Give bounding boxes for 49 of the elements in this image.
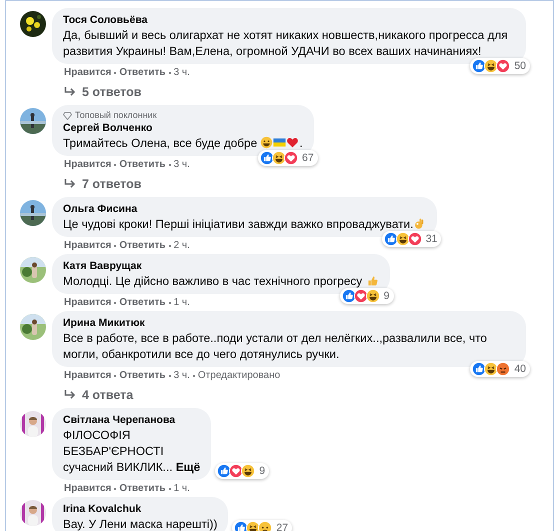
- edited-label: Отредактировано: [198, 369, 280, 382]
- reply-arrow-icon: [64, 87, 76, 97]
- comment-text: Вау. У Лени маска нарешті)): [63, 516, 218, 531]
- reaction-count[interactable]: 31: [382, 231, 442, 247]
- view-replies-link[interactable]: 7 ответов: [64, 176, 553, 192]
- comment-action-link[interactable]: Нравится: [64, 239, 112, 252]
- comment-text: Молодці. Це дійсно важливо в час технічного прогресу: [63, 273, 378, 289]
- comment-text: Тримайтесь Олена, все буде добре .: [63, 135, 303, 151]
- comment-action-link[interactable]: Ответить: [119, 482, 166, 495]
- author-name[interactable]: Світлана Черепанова: [63, 413, 200, 427]
- comment-text: Да, бывший и весь олигархат не хотят никаких новшеств,никакого прогресса для развития Украины! Вам,Елена, огромной УДАЧИ во всех ваших начинаниях!: [63, 27, 509, 59]
- reaction-count[interactable]: 50: [470, 58, 530, 74]
- comment-time[interactable]: 3 ч.: [174, 158, 190, 171]
- comment-time[interactable]: 2 ч.: [174, 239, 190, 252]
- comment-action-link[interactable]: Нравится: [64, 296, 112, 309]
- comment-action-link[interactable]: Ответить: [119, 369, 166, 382]
- author-name[interactable]: Ольга Фисина: [63, 202, 426, 216]
- comment-text: ФІЛОСОФІЯ БЕЗБАР'ЄРНОСТІ сучасний ВИКЛИК... Ещё: [63, 427, 200, 475]
- reaction-count[interactable]: 27: [232, 520, 292, 531]
- author-name[interactable]: Катя Ваврущак: [63, 259, 378, 273]
- comment-action-link[interactable]: Ответить: [119, 239, 166, 252]
- see-more-link[interactable]: Ещё: [176, 460, 200, 474]
- author-name[interactable]: Ирина Микитюк: [63, 316, 515, 330]
- comment-action-link[interactable]: Нравится: [64, 158, 112, 171]
- reaction-count[interactable]: 67: [258, 150, 318, 166]
- comment-action-link[interactable]: Нравится: [64, 369, 112, 382]
- reply-arrow-icon: [64, 390, 76, 400]
- author-name[interactable]: Тося Соловьёва: [63, 13, 515, 27]
- comment-text: Це чудові кроки! Перші ініціативи завжди важко впроваджувати.: [63, 216, 426, 232]
- author-name[interactable]: Сергей Волченко: [63, 121, 303, 135]
- reaction-count[interactable]: 9: [215, 463, 270, 479]
- reply-arrow-icon: [64, 179, 76, 189]
- reaction-count[interactable]: 9: [340, 288, 394, 304]
- comment-text: Все в работе, все в работе..поди устали от дел нелёгких..,развалили все, что могли, обанкротили все до чего дотянулись ручки.: [63, 330, 488, 362]
- fan-label: Топовый поклонник: [63, 110, 303, 121]
- comment-action-link[interactable]: Ответить: [119, 66, 166, 79]
- comment-action-link[interactable]: Ответить: [119, 296, 166, 309]
- comment-time[interactable]: 1 ч.: [174, 296, 190, 309]
- view-replies-link[interactable]: 4 ответа: [64, 387, 553, 403]
- comment-action-link[interactable]: Нравится: [64, 482, 112, 495]
- comment-action-link[interactable]: Ответить: [119, 158, 166, 171]
- reaction-count[interactable]: 40: [470, 361, 530, 377]
- comment-action-link[interactable]: Нравится: [64, 66, 112, 79]
- comment-time[interactable]: 3 ч.: [174, 66, 190, 79]
- comment-time[interactable]: 1 ч.: [174, 482, 190, 495]
- author-name[interactable]: Irina Kovalchuk: [63, 502, 218, 516]
- diamond-icon: [63, 112, 72, 120]
- view-replies-link[interactable]: 5 ответов: [64, 84, 553, 100]
- comment-time[interactable]: 3 ч.: [174, 369, 190, 382]
